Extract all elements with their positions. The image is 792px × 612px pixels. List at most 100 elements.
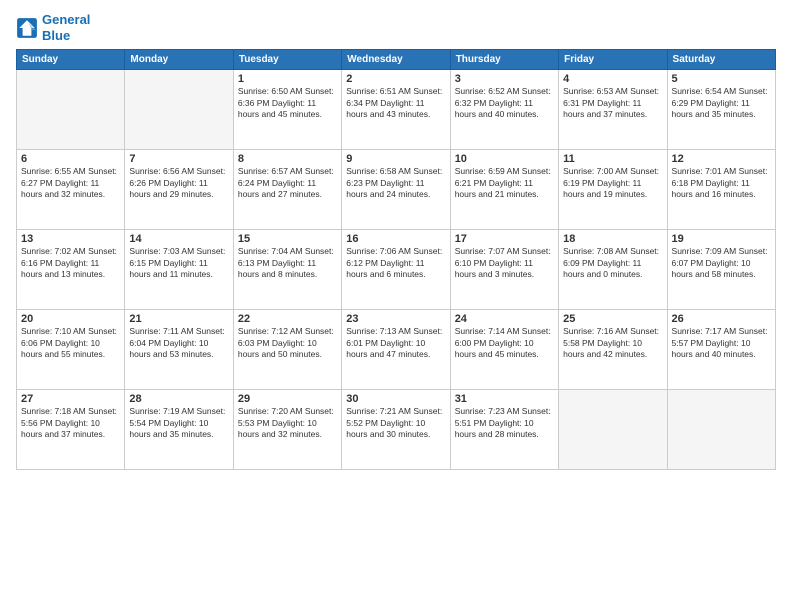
week-row-1: 1Sunrise: 6:50 AM Sunset: 6:36 PM Daylig… [17,70,776,150]
day-info: Sunrise: 6:55 AM Sunset: 6:27 PM Dayligh… [21,166,120,200]
weekday-header-friday: Friday [559,50,667,70]
day-cell: 28Sunrise: 7:19 AM Sunset: 5:54 PM Dayli… [125,390,233,470]
day-number: 7 [129,153,228,165]
day-cell: 1Sunrise: 6:50 AM Sunset: 6:36 PM Daylig… [233,70,341,150]
day-info: Sunrise: 6:59 AM Sunset: 6:21 PM Dayligh… [455,166,554,200]
day-info: Sunrise: 7:18 AM Sunset: 5:56 PM Dayligh… [21,406,120,440]
day-info: Sunrise: 6:52 AM Sunset: 6:32 PM Dayligh… [455,86,554,120]
day-number: 18 [563,233,662,245]
week-row-4: 20Sunrise: 7:10 AM Sunset: 6:06 PM Dayli… [17,310,776,390]
day-cell: 11Sunrise: 7:00 AM Sunset: 6:19 PM Dayli… [559,150,667,230]
day-number: 24 [455,313,554,325]
day-number: 31 [455,393,554,405]
day-number: 22 [238,313,337,325]
day-cell [559,390,667,470]
day-info: Sunrise: 7:08 AM Sunset: 6:09 PM Dayligh… [563,246,662,280]
day-number: 8 [238,153,337,165]
day-cell: 3Sunrise: 6:52 AM Sunset: 6:32 PM Daylig… [450,70,558,150]
day-info: Sunrise: 7:12 AM Sunset: 6:03 PM Dayligh… [238,326,337,360]
weekday-header-monday: Monday [125,50,233,70]
day-number: 25 [563,313,662,325]
day-cell: 8Sunrise: 6:57 AM Sunset: 6:24 PM Daylig… [233,150,341,230]
day-info: Sunrise: 6:57 AM Sunset: 6:24 PM Dayligh… [238,166,337,200]
day-info: Sunrise: 7:16 AM Sunset: 5:58 PM Dayligh… [563,326,662,360]
day-info: Sunrise: 7:02 AM Sunset: 6:16 PM Dayligh… [21,246,120,280]
day-info: Sunrise: 7:17 AM Sunset: 5:57 PM Dayligh… [672,326,771,360]
weekday-header-row: SundayMondayTuesdayWednesdayThursdayFrid… [17,50,776,70]
day-cell: 10Sunrise: 6:59 AM Sunset: 6:21 PM Dayli… [450,150,558,230]
day-info: Sunrise: 6:53 AM Sunset: 6:31 PM Dayligh… [563,86,662,120]
day-number: 10 [455,153,554,165]
day-cell: 27Sunrise: 7:18 AM Sunset: 5:56 PM Dayli… [17,390,125,470]
day-cell: 22Sunrise: 7:12 AM Sunset: 6:03 PM Dayli… [233,310,341,390]
day-info: Sunrise: 7:03 AM Sunset: 6:15 PM Dayligh… [129,246,228,280]
day-number: 12 [672,153,771,165]
day-cell: 23Sunrise: 7:13 AM Sunset: 6:01 PM Dayli… [342,310,450,390]
day-info: Sunrise: 7:20 AM Sunset: 5:53 PM Dayligh… [238,406,337,440]
day-info: Sunrise: 7:11 AM Sunset: 6:04 PM Dayligh… [129,326,228,360]
logo: General Blue [16,12,90,43]
day-number: 9 [346,153,445,165]
day-number: 30 [346,393,445,405]
day-number: 21 [129,313,228,325]
day-cell: 4Sunrise: 6:53 AM Sunset: 6:31 PM Daylig… [559,70,667,150]
day-number: 13 [21,233,120,245]
day-info: Sunrise: 7:01 AM Sunset: 6:18 PM Dayligh… [672,166,771,200]
day-cell [125,70,233,150]
day-info: Sunrise: 7:21 AM Sunset: 5:52 PM Dayligh… [346,406,445,440]
weekday-header-wednesday: Wednesday [342,50,450,70]
day-info: Sunrise: 7:14 AM Sunset: 6:00 PM Dayligh… [455,326,554,360]
weekday-header-tuesday: Tuesday [233,50,341,70]
day-info: Sunrise: 7:13 AM Sunset: 6:01 PM Dayligh… [346,326,445,360]
logo-text: General Blue [42,12,90,43]
day-info: Sunrise: 7:19 AM Sunset: 5:54 PM Dayligh… [129,406,228,440]
logo-icon [16,17,38,39]
day-cell: 19Sunrise: 7:09 AM Sunset: 6:07 PM Dayli… [667,230,775,310]
day-number: 19 [672,233,771,245]
header: General Blue [16,12,776,43]
day-info: Sunrise: 6:58 AM Sunset: 6:23 PM Dayligh… [346,166,445,200]
calendar: SundayMondayTuesdayWednesdayThursdayFrid… [16,49,776,470]
day-info: Sunrise: 7:06 AM Sunset: 6:12 PM Dayligh… [346,246,445,280]
week-row-3: 13Sunrise: 7:02 AM Sunset: 6:16 PM Dayli… [17,230,776,310]
weekday-header-thursday: Thursday [450,50,558,70]
day-info: Sunrise: 7:07 AM Sunset: 6:10 PM Dayligh… [455,246,554,280]
day-cell: 20Sunrise: 7:10 AM Sunset: 6:06 PM Dayli… [17,310,125,390]
page-container: General Blue SundayMondayTuesdayWednesda… [0,0,792,612]
day-cell: 29Sunrise: 7:20 AM Sunset: 5:53 PM Dayli… [233,390,341,470]
day-cell: 26Sunrise: 7:17 AM Sunset: 5:57 PM Dayli… [667,310,775,390]
day-cell: 17Sunrise: 7:07 AM Sunset: 6:10 PM Dayli… [450,230,558,310]
day-info: Sunrise: 6:54 AM Sunset: 6:29 PM Dayligh… [672,86,771,120]
day-number: 6 [21,153,120,165]
day-info: Sunrise: 7:00 AM Sunset: 6:19 PM Dayligh… [563,166,662,200]
day-number: 20 [21,313,120,325]
day-number: 2 [346,73,445,85]
week-row-5: 27Sunrise: 7:18 AM Sunset: 5:56 PM Dayli… [17,390,776,470]
day-number: 3 [455,73,554,85]
day-cell: 5Sunrise: 6:54 AM Sunset: 6:29 PM Daylig… [667,70,775,150]
day-cell: 13Sunrise: 7:02 AM Sunset: 6:16 PM Dayli… [17,230,125,310]
day-number: 11 [563,153,662,165]
day-cell: 7Sunrise: 6:56 AM Sunset: 6:26 PM Daylig… [125,150,233,230]
day-number: 29 [238,393,337,405]
day-cell: 14Sunrise: 7:03 AM Sunset: 6:15 PM Dayli… [125,230,233,310]
day-info: Sunrise: 7:09 AM Sunset: 6:07 PM Dayligh… [672,246,771,280]
day-cell [667,390,775,470]
day-info: Sunrise: 7:10 AM Sunset: 6:06 PM Dayligh… [21,326,120,360]
day-number: 5 [672,73,771,85]
day-cell [17,70,125,150]
day-number: 4 [563,73,662,85]
day-number: 14 [129,233,228,245]
day-number: 15 [238,233,337,245]
day-info: Sunrise: 6:50 AM Sunset: 6:36 PM Dayligh… [238,86,337,120]
day-cell: 31Sunrise: 7:23 AM Sunset: 5:51 PM Dayli… [450,390,558,470]
day-number: 1 [238,73,337,85]
day-number: 17 [455,233,554,245]
week-row-2: 6Sunrise: 6:55 AM Sunset: 6:27 PM Daylig… [17,150,776,230]
day-number: 16 [346,233,445,245]
day-cell: 16Sunrise: 7:06 AM Sunset: 6:12 PM Dayli… [342,230,450,310]
day-number: 28 [129,393,228,405]
day-info: Sunrise: 7:04 AM Sunset: 6:13 PM Dayligh… [238,246,337,280]
day-cell: 2Sunrise: 6:51 AM Sunset: 6:34 PM Daylig… [342,70,450,150]
day-cell: 21Sunrise: 7:11 AM Sunset: 6:04 PM Dayli… [125,310,233,390]
